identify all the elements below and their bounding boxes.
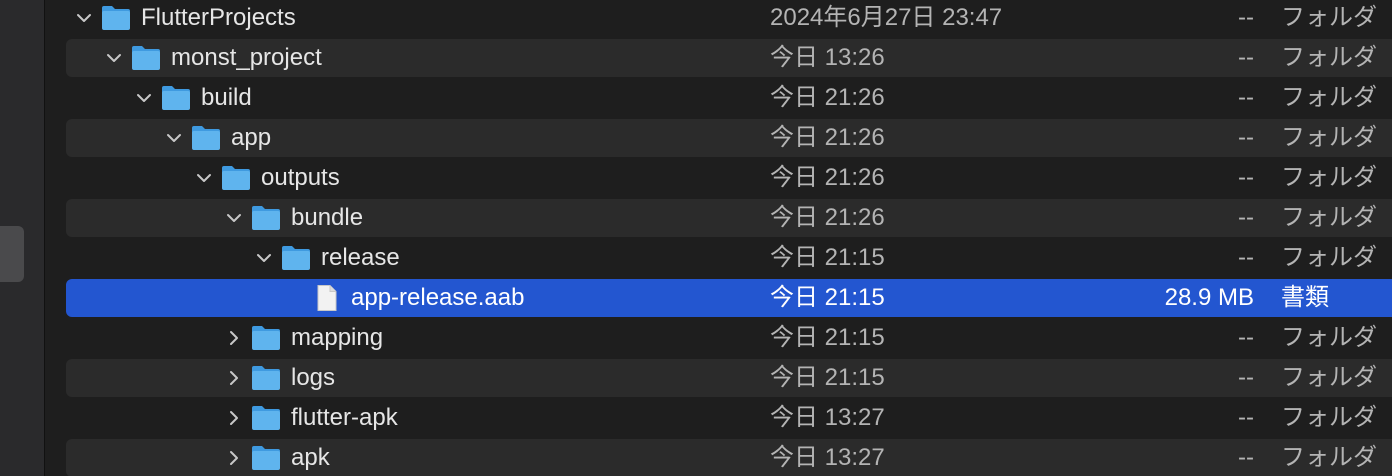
- folder-row[interactable]: app 今日 21:26 -- フォルダ: [66, 119, 1392, 157]
- file-size: --: [1238, 444, 1254, 471]
- folder-icon: [281, 245, 311, 271]
- file-size: --: [1238, 204, 1254, 231]
- chevron-down-icon[interactable]: [254, 239, 274, 277]
- chevron-right-icon[interactable]: [224, 399, 244, 437]
- folder-icon: [131, 45, 161, 71]
- folder-row[interactable]: release 今日 21:15 -- フォルダ: [66, 239, 1392, 277]
- folder-row[interactable]: flutter-apk 今日 13:27 -- フォルダ: [66, 399, 1392, 437]
- item-name: build: [201, 84, 252, 111]
- modified-date: 今日 21:26: [770, 84, 885, 111]
- file-kind: フォルダ: [1281, 44, 1377, 71]
- item-name: flutter-apk: [291, 404, 398, 431]
- item-name: logs: [291, 364, 336, 391]
- modified-date: 今日 21:15: [770, 324, 885, 351]
- file-kind: フォルダ: [1281, 244, 1377, 271]
- modified-date: 2024年6月27日 23:47: [770, 4, 1003, 31]
- chevron-down-icon[interactable]: [164, 119, 184, 157]
- sidebar-divider[interactable]: [44, 0, 45, 476]
- file-row[interactable]: app-release.aab 今日 21:15 28.9 MB 書類: [66, 279, 1392, 317]
- modified-date: 今日 13:26: [770, 44, 885, 71]
- file-size: --: [1238, 364, 1254, 391]
- folder-icon: [251, 365, 281, 391]
- folder-row[interactable]: outputs 今日 21:26 -- フォルダ: [66, 159, 1392, 197]
- chevron-right-icon[interactable]: [224, 319, 244, 357]
- modified-date: 今日 21:26: [770, 164, 885, 191]
- modified-date: 今日 21:15: [770, 244, 885, 271]
- chevron-right-icon[interactable]: [224, 439, 244, 476]
- folder-icon: [191, 125, 221, 151]
- sidebar-scroll-handle[interactable]: [0, 226, 24, 282]
- file-kind: フォルダ: [1281, 84, 1377, 111]
- chevron-right-icon[interactable]: [224, 359, 244, 397]
- finder-window: FlutterProjects 2024年6月27日 23:47 -- フォルダ mon…: [0, 0, 1392, 476]
- folder-row[interactable]: logs 今日 21:15 -- フォルダ: [66, 359, 1392, 397]
- file-size: --: [1238, 404, 1254, 431]
- file-size: --: [1238, 44, 1254, 71]
- folder-icon: [251, 405, 281, 431]
- folder-row[interactable]: apk 今日 13:27 -- フォルダ: [66, 439, 1392, 476]
- file-size: --: [1238, 84, 1254, 111]
- chevron-down-icon[interactable]: [74, 0, 94, 37]
- file-kind: フォルダ: [1281, 164, 1377, 191]
- item-name: app: [231, 124, 272, 151]
- item-name: apk: [291, 444, 330, 471]
- modified-date: 今日 21:15: [770, 284, 885, 311]
- file-kind: 書類: [1281, 284, 1329, 311]
- folder-row[interactable]: monst_project 今日 13:26 -- フォルダ: [66, 39, 1392, 77]
- folder-icon: [221, 165, 251, 191]
- file-size: --: [1238, 124, 1254, 151]
- item-name: mapping: [291, 324, 384, 351]
- file-kind: フォルダ: [1281, 324, 1377, 351]
- item-name: FlutterProjects: [141, 4, 296, 31]
- file-size: --: [1238, 324, 1254, 351]
- item-name: outputs: [261, 164, 340, 191]
- file-kind: フォルダ: [1281, 444, 1377, 471]
- folder-icon: [251, 205, 281, 231]
- sidebar: [0, 0, 44, 476]
- file-size: --: [1238, 4, 1254, 31]
- folder-row[interactable]: mapping 今日 21:15 -- フォルダ: [66, 319, 1392, 357]
- folder-icon: [251, 325, 281, 351]
- file-size: --: [1238, 244, 1254, 271]
- file-kind: フォルダ: [1281, 204, 1377, 231]
- item-name: monst_project: [171, 44, 322, 71]
- document-icon: [311, 285, 341, 311]
- item-name: release: [321, 244, 400, 271]
- chevron-down-icon[interactable]: [134, 79, 154, 117]
- folder-row[interactable]: FlutterProjects 2024年6月27日 23:47 -- フォルダ: [66, 0, 1392, 37]
- item-name: app-release.aab: [351, 284, 525, 311]
- file-size: 28.9 MB: [1164, 284, 1254, 311]
- folder-icon: [251, 445, 281, 471]
- folder-icon: [101, 5, 131, 31]
- modified-date: 今日 21:26: [770, 204, 885, 231]
- file-kind: フォルダ: [1281, 364, 1377, 391]
- file-kind: フォルダ: [1281, 4, 1377, 31]
- file-kind: フォルダ: [1281, 124, 1377, 151]
- file-size: --: [1238, 164, 1254, 191]
- chevron-down-icon[interactable]: [104, 39, 124, 77]
- modified-date: 今日 21:26: [770, 124, 885, 151]
- folder-row[interactable]: build 今日 21:26 -- フォルダ: [66, 79, 1392, 117]
- file-list: FlutterProjects 2024年6月27日 23:47 -- フォルダ mon…: [66, 0, 1392, 476]
- item-name: bundle: [291, 204, 364, 231]
- folder-icon: [161, 85, 191, 111]
- chevron-down-icon[interactable]: [224, 199, 244, 237]
- folder-row[interactable]: bundle 今日 21:26 -- フォルダ: [66, 199, 1392, 237]
- modified-date: 今日 13:27: [770, 404, 885, 431]
- modified-date: 今日 21:15: [770, 364, 885, 391]
- file-kind: フォルダ: [1281, 404, 1377, 431]
- chevron-down-icon[interactable]: [194, 159, 214, 197]
- modified-date: 今日 13:27: [770, 444, 885, 471]
